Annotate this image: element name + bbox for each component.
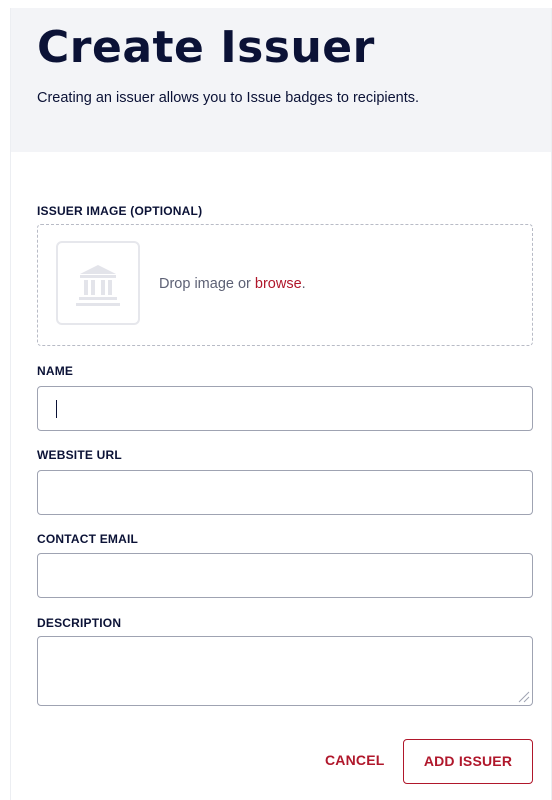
institution-icon (76, 265, 120, 306)
website-url-label: WEBSITE URL (37, 448, 122, 462)
contact-email-input[interactable] (37, 553, 533, 598)
page-subtitle: Creating an issuer allows you to Issue b… (37, 90, 420, 106)
contact-email-label: CONTACT EMAIL (37, 532, 139, 546)
image-placeholder (56, 241, 140, 325)
description-label: DESCRIPTION (37, 616, 122, 630)
cancel-button[interactable]: CANCEL (325, 752, 385, 768)
add-issuer-button[interactable]: ADD ISSUER (403, 739, 533, 784)
text-cursor (56, 400, 57, 418)
dropzone-text: Drop image or browse. (159, 276, 306, 292)
create-issuer-form: Create Issuer Creating an issuer allows … (10, 8, 552, 800)
image-dropzone[interactable]: Drop image or browse. (37, 224, 533, 346)
form-header: Create Issuer Creating an issuer allows … (11, 8, 551, 152)
resize-handle-icon[interactable] (516, 689, 530, 703)
drop-text-period: . (301, 276, 306, 292)
name-label: NAME (37, 364, 74, 378)
browse-link[interactable]: browse (255, 276, 302, 292)
page-title: Create Issuer (37, 22, 375, 73)
issuer-image-label: ISSUER IMAGE (OPTIONAL) (37, 204, 203, 218)
drop-image-text: Drop image or (159, 276, 255, 292)
description-textarea[interactable] (37, 636, 533, 706)
name-input[interactable] (37, 386, 533, 431)
website-url-input[interactable] (37, 470, 533, 515)
